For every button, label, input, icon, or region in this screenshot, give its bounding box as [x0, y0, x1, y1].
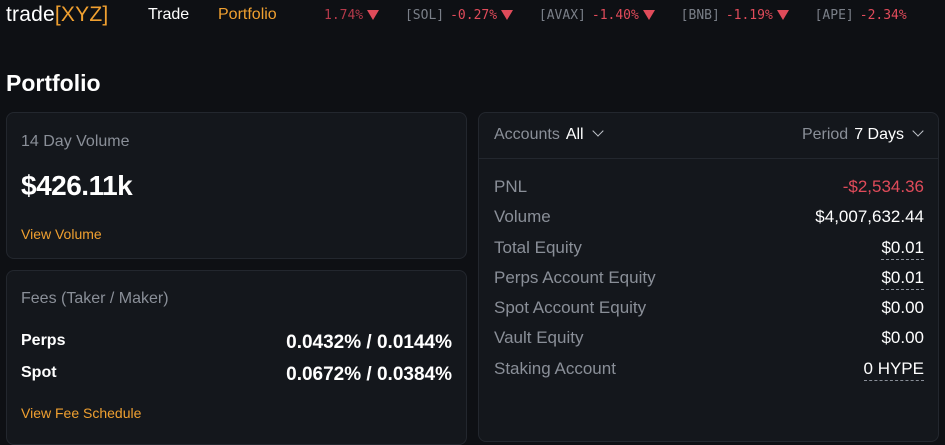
down-arrow-icon	[642, 10, 655, 20]
fee-row-spot: Spot 0.0672% / 0.0384%	[21, 364, 452, 386]
stat-label: Staking Account	[494, 359, 616, 378]
stat-value: -$2,534.36	[842, 177, 924, 196]
down-arrow-icon	[367, 10, 380, 20]
volume-label: 14 Day Volume	[21, 133, 130, 150]
chevron-down-icon	[591, 125, 604, 137]
nav-portfolio-link[interactable]: Portfolio	[218, 6, 277, 24]
brand-prefix: trade	[6, 3, 55, 26]
stat-label: Vault Equity	[494, 328, 584, 347]
ticker-change: 1.74%	[324, 8, 364, 23]
ticker-change: -1.19%	[725, 8, 773, 23]
ticker-item[interactable]: [AVAX] -1.40%	[539, 8, 655, 23]
stat-row-total-equity: Total Equity $0.01	[494, 238, 924, 262]
ticker-symbol: [SOL]	[404, 8, 445, 23]
stat-row-staking-account: Staking Account 0 HYPE	[494, 359, 924, 383]
accounts-card: Accounts All Period 7 Days PNL -$2,534.36 …	[478, 112, 939, 442]
stat-label: Volume	[494, 207, 551, 226]
stat-value[interactable]: $0.01	[881, 238, 924, 260]
ticker-change: -0.27%	[450, 8, 498, 23]
period-dropdown-label: Period	[801, 126, 849, 143]
stat-value[interactable]: $0.01	[881, 268, 924, 290]
stat-label: Perps Account Equity	[494, 268, 656, 287]
down-arrow-icon	[776, 10, 789, 20]
ticker-change: -2.34%	[859, 8, 907, 23]
price-ticker: 1.74% [SOL] -0.27% [AVAX] -1.40% [BNB] -1.1…	[324, 8, 925, 23]
ticker-symbol: [AVAX]	[538, 8, 586, 23]
page-title: Portfolio	[6, 70, 101, 96]
ticker-change: -1.40%	[591, 8, 639, 23]
stat-row-pnl: PNL -$2,534.36	[494, 177, 924, 201]
fee-row-perps: Perps 0.0432% / 0.0144%	[21, 332, 452, 354]
stat-value: $4,007,632.44	[815, 207, 924, 226]
view-fee-schedule-link[interactable]: View Fee Schedule	[21, 405, 141, 421]
fees-label: Fees (Taker / Maker)	[21, 290, 169, 307]
fee-row-value: 0.0672% / 0.0384%	[286, 364, 452, 385]
stat-label: PNL	[494, 177, 528, 196]
fee-row-name: Perps	[21, 332, 66, 349]
accounts-header: Accounts All Period 7 Days	[479, 113, 938, 159]
brand-logo[interactable]: trade[XYZ]	[6, 3, 108, 27]
view-volume-link[interactable]: View Volume	[21, 226, 102, 242]
stat-label: Spot Account Equity	[494, 298, 647, 317]
stat-row-vault-equity: Vault Equity $0.00	[494, 328, 924, 352]
period-dropdown[interactable]: Period 7 Days	[801, 125, 924, 144]
ticker-item[interactable]: [SOL] -0.27%	[404, 8, 514, 23]
brand-bracket-close: ]	[102, 3, 109, 26]
period-dropdown-value: 7 Days	[854, 126, 904, 143]
chevron-down-icon	[912, 125, 924, 137]
stat-row-perps-equity: Perps Account Equity $0.01	[494, 268, 924, 292]
accounts-dropdown[interactable]: Accounts All	[494, 125, 604, 144]
stat-label: Total Equity	[494, 238, 582, 257]
ticker-item[interactable]: 1.74%	[324, 8, 380, 23]
brand-name: XYZ	[60, 3, 103, 26]
fees-card: Fees (Taker / Maker) Perps 0.0432% / 0.0…	[6, 270, 467, 445]
accounts-dropdown-label: Accounts	[494, 126, 560, 143]
ticker-symbol: [BNB]	[680, 8, 720, 23]
down-arrow-icon	[501, 10, 514, 20]
stat-row-spot-equity: Spot Account Equity $0.00	[494, 298, 924, 322]
fee-row-name: Spot	[21, 364, 57, 381]
top-nav: trade[XYZ] Trade Portfolio 1.74% [SOL] -0…	[0, 0, 945, 32]
stat-value: $0.00	[881, 328, 924, 347]
nav-trade-link[interactable]: Trade	[148, 6, 189, 24]
fee-row-value: 0.0432% / 0.0144%	[286, 332, 452, 353]
volume-value: $426.11k	[21, 170, 133, 201]
ticker-item[interactable]: [APE] -2.34%	[815, 8, 907, 23]
ticker-item[interactable]: [BNB] -1.19%	[681, 8, 789, 23]
stat-row-volume: Volume $4,007,632.44	[494, 207, 924, 231]
ticker-symbol: [APE]	[814, 8, 854, 23]
volume-card: 14 Day Volume $426.11k View Volume	[6, 112, 467, 259]
stat-value: $0.00	[881, 298, 924, 317]
stat-value[interactable]: 0 HYPE	[863, 359, 924, 381]
accounts-dropdown-value: All	[565, 126, 584, 143]
